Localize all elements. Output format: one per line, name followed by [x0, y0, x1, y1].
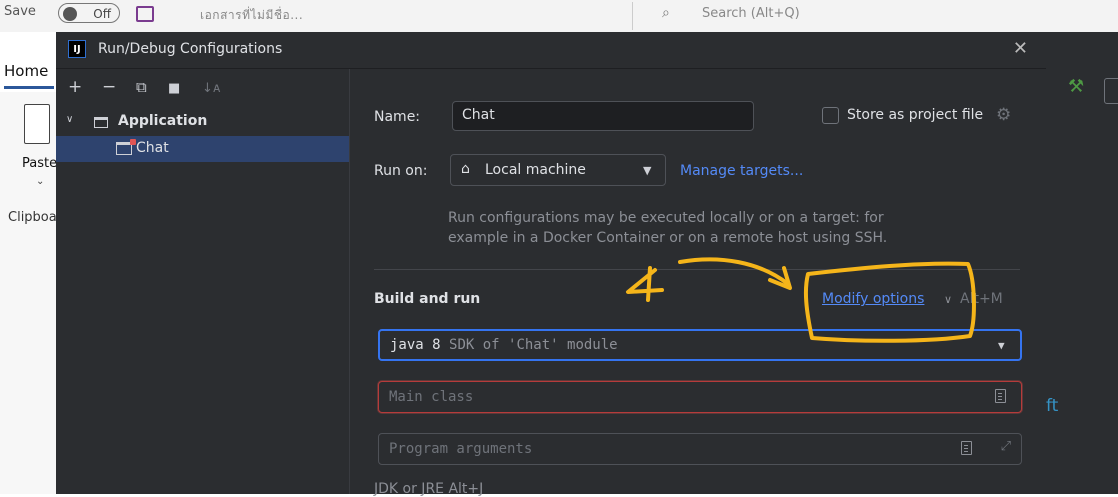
section-divider: [374, 269, 1020, 270]
run-on-label: Run on:: [374, 163, 428, 179]
expand-field-icon[interactable]: ⤢: [1001, 439, 1011, 454]
chevron-down-icon[interactable]: ∨: [66, 114, 73, 125]
gear-icon[interactable]: ⚙: [996, 105, 1011, 125]
program-arguments-field[interactable]: Program arguments ⤢: [378, 433, 1022, 465]
run-config-icon: [116, 139, 136, 155]
remove-configuration-icon[interactable]: −: [102, 77, 116, 97]
jdk-select[interactable]: java 8 SDK of 'Chat' module ▼: [378, 329, 1022, 361]
sort-icon[interactable]: ↓ᴀ: [202, 79, 221, 99]
jdk-shortcut-label: JDK or JRE Alt+J: [374, 481, 484, 497]
jdk-dropdown-arrow-icon[interactable]: ▼: [998, 339, 1005, 352]
run-on-help-text: Run configurations may be executed local…: [448, 208, 968, 248]
modify-options-shortcut: Alt+M: [960, 291, 1003, 307]
help-line-2: example in a Docker Container or on a re…: [448, 230, 888, 246]
jdk-hint: SDK of 'Chat' module: [449, 337, 618, 353]
background-app-titlebar: Save Off เอกสารที่ไม่มีชื่อ... ⌕ Search …: [0, 0, 1118, 32]
app-file-icon: [136, 6, 154, 22]
document-title[interactable]: เอกสารที่ไม่มีชื่อ...: [200, 6, 303, 25]
browse-class-icon[interactable]: [995, 389, 1006, 403]
modify-options-chevron-icon[interactable]: ∨: [944, 293, 952, 306]
autosave-toggle[interactable]: Off: [58, 3, 120, 23]
run-debug-configurations-dialog: IJ Run/Debug Configurations ✕ + − ⧉ ■ ↓ᴀ…: [56, 32, 1046, 497]
insert-macro-icon[interactable]: [961, 441, 972, 455]
ribbon-tab-home[interactable]: Home: [4, 62, 48, 80]
search-input[interactable]: Search (Alt+Q): [702, 6, 800, 21]
run-on-value: Local machine: [485, 162, 586, 178]
main-class-placeholder: Main class: [389, 389, 474, 405]
application-config-icon: [94, 117, 108, 128]
modify-options-link[interactable]: Modify options: [822, 291, 924, 307]
manage-targets-link[interactable]: Manage targets...: [680, 163, 803, 179]
copy-configuration-icon[interactable]: ⧉: [136, 77, 147, 97]
jdk-value: java 8: [390, 337, 441, 353]
new-folder-icon[interactable]: ■: [168, 79, 180, 99]
close-button[interactable]: ✕: [1013, 38, 1028, 59]
build-hammer-icon[interactable]: ⚒: [1068, 76, 1084, 97]
configuration-form: Name: Chat Store as project file ⚙ Run o…: [350, 69, 1046, 497]
search-icon: ⌕: [662, 5, 670, 21]
main-class-field[interactable]: Main class: [378, 381, 1022, 413]
ide-toolbar-box[interactable]: [1104, 78, 1118, 104]
paste-dropdown-chevron-icon[interactable]: ⌄: [36, 176, 44, 187]
program-arguments-placeholder: Program arguments: [389, 441, 533, 457]
paste-button-label[interactable]: Paste: [22, 156, 57, 171]
paste-icon[interactable]: [24, 104, 50, 144]
build-and-run-heading: Build and run: [374, 291, 481, 307]
autosave-label: Save: [4, 4, 36, 19]
store-as-project-file-label[interactable]: Store as project file: [847, 107, 983, 123]
jdk-value-wrapper: java 8 SDK of 'Chat' module: [390, 337, 618, 353]
add-configuration-icon[interactable]: +: [68, 77, 82, 97]
store-as-project-file-checkbox[interactable]: [822, 107, 839, 124]
titlebar-divider: [632, 2, 633, 30]
configurations-tree-panel: + − ⧉ ■ ↓ᴀ ∨ Application Chat: [56, 69, 350, 494]
help-line-1: Run configurations may be executed local…: [448, 210, 884, 226]
tree-item-label: Chat: [136, 140, 169, 156]
tree-item-chat[interactable]: Chat: [56, 136, 349, 162]
dialog-title: Run/Debug Configurations: [98, 41, 283, 57]
dropdown-arrow-icon: ▼: [643, 164, 652, 177]
name-label: Name:: [374, 109, 421, 125]
tree-group-application[interactable]: ∨ Application: [56, 109, 349, 135]
dialog-titlebar: IJ Run/Debug Configurations ✕: [56, 32, 1046, 69]
intellij-logo-icon: IJ: [68, 40, 86, 58]
tree-group-label: Application: [118, 113, 208, 129]
home-icon: ⌂: [461, 161, 470, 177]
run-on-select[interactable]: ⌂ Local machine ▼: [450, 154, 666, 186]
name-field[interactable]: Chat: [452, 101, 754, 131]
ribbon-clipboard-group: [0, 92, 56, 494]
active-tab-indicator: [4, 86, 54, 89]
ide-partial-text: ft: [1046, 396, 1059, 416]
